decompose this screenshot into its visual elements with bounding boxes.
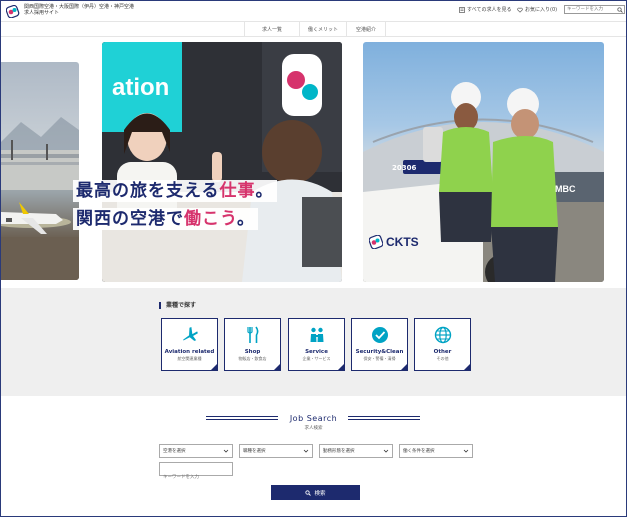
- vehicle-brand: CKTS: [386, 235, 419, 249]
- header-search: [564, 5, 625, 14]
- brand-line2: 求人採用サイト: [24, 10, 60, 16]
- nav-item-job-list[interactable]: 求人一覧: [244, 22, 299, 37]
- all-jobs-link[interactable]: すべての求人を見る: [459, 6, 511, 13]
- list-icon: [459, 6, 465, 13]
- category-jp: 保安・警備・清掃: [363, 356, 396, 361]
- card-corner: [274, 364, 280, 370]
- category-jp: 物販店・飲食店: [238, 356, 267, 361]
- catch-line1-end: 。: [255, 181, 274, 201]
- category-card-shop[interactable]: Shop 物販店・飲食店: [224, 318, 281, 371]
- search-icon[interactable]: [617, 7, 623, 13]
- employment-type-select-value: 勤務形態を選択: [323, 449, 355, 454]
- conditions-select-value: 働く条件を選択: [403, 449, 435, 454]
- airport-illustration: [1, 117, 79, 280]
- card-corner: [211, 364, 217, 370]
- search-icon: [305, 489, 312, 496]
- people-icon: [310, 327, 323, 342]
- category-title: 業種で探す: [159, 302, 196, 309]
- site-logo-icon[interactable]: [6, 5, 20, 18]
- category-en: Shop: [244, 349, 261, 355]
- job-search-subtitle: 求人検索: [304, 426, 323, 431]
- category-en: Service: [305, 349, 328, 355]
- heart-icon: [517, 7, 523, 13]
- card-corner: [464, 364, 470, 370]
- category-card-other[interactable]: Other その他: [414, 318, 471, 371]
- hero-image-counter-staff: ation: [102, 42, 342, 282]
- category-en: Aviation related: [164, 349, 215, 355]
- header-search-input[interactable]: [567, 6, 617, 13]
- catch-line1-part1: 最高の旅を支える: [76, 181, 220, 201]
- conditions-select[interactable]: 働く条件を選択: [399, 444, 473, 458]
- employment-type-select[interactable]: 勤務形態を選択: [319, 444, 393, 458]
- category-card-aviation[interactable]: Aviation related 航空関連業種: [161, 318, 218, 371]
- occupation-select-value: 職種を選択: [243, 449, 266, 454]
- search-button-label: 検索: [314, 490, 326, 497]
- all-jobs-label: すべての求人を見る: [467, 7, 512, 13]
- fork-knife-icon: [246, 326, 258, 343]
- occupation-select[interactable]: 職種を選択: [239, 444, 313, 458]
- category-jp: 航空関連業種: [177, 356, 202, 361]
- hero-image-airport: [1, 62, 79, 280]
- category-jp: 企業・サービス: [302, 356, 331, 361]
- category-en: Other: [433, 349, 452, 355]
- vehicle-logo: CKTS: [369, 235, 419, 249]
- catch-line2-part1: 関西の空港で: [76, 209, 184, 229]
- keyword-field: [159, 462, 233, 484]
- job-search-section: Job Search 求人検索 空港を選択 職種を選択 勤務形態を選択 働く条件…: [1, 396, 626, 516]
- catch-line1-accent: 仕事: [219, 181, 256, 201]
- airplane-icon: [182, 327, 198, 341]
- globe-icon: [434, 326, 451, 344]
- check-circle-icon: [371, 327, 388, 343]
- chevron-down-icon: [303, 449, 309, 453]
- catch-line2-accent: 働こう: [184, 209, 237, 229]
- category-jp: その他: [436, 356, 449, 361]
- chevron-down-icon: [383, 449, 389, 453]
- hero-image-ground-crew: 20306 CKTS MBC: [363, 42, 604, 282]
- page: 関西国際空港・大阪国際（伊丹）空港・神戸空港 求人採用サイト すべての求人を見る…: [0, 0, 627, 517]
- favorites-link[interactable]: お気に入り(0): [517, 6, 557, 13]
- hero-catch-line2: 関西の空港で働こう。: [73, 208, 258, 230]
- site-header: 関西国際空港・大阪国際（伊丹）空港・神戸空港 求人採用サイト すべての求人を見る…: [1, 1, 626, 21]
- search-button[interactable]: 検索: [271, 485, 360, 500]
- category-card-security[interactable]: Security&Clean 保安・警備・清掃: [351, 318, 408, 371]
- ckts-logo-icon: [369, 235, 383, 249]
- category-card-service[interactable]: Service 企業・サービス: [288, 318, 345, 371]
- category-en: Security&Clean: [355, 349, 404, 355]
- hero-sign-text: ation: [112, 74, 170, 101]
- building-sign: MBC: [555, 184, 576, 194]
- catch-line2-end: 。: [236, 209, 255, 229]
- hero-catch-line1: 最高の旅を支える仕事。: [73, 180, 277, 202]
- vehicle-number: 20306: [392, 164, 417, 172]
- chevron-down-icon: [223, 449, 229, 453]
- category-section: 業種で探す Aviation related 航空関連業種 Shop 物販店・飲…: [1, 288, 626, 396]
- main-nav: 求人一覧 働くメリット 空港紹介: [1, 21, 626, 37]
- airport-select[interactable]: 空港を選択: [159, 444, 233, 458]
- card-corner: [401, 364, 407, 370]
- nav-item-merits[interactable]: 働くメリット: [299, 22, 346, 37]
- hero-banner: ation 20306 CKTS MBC 最高の旅を支える仕事。 関西の空港で働…: [1, 38, 626, 288]
- card-corner: [338, 364, 344, 370]
- keyword-input[interactable]: [160, 471, 230, 484]
- chevron-down-icon: [463, 449, 469, 453]
- airport-select-value: 空港を選択: [163, 449, 186, 454]
- nav-item-airports[interactable]: 空港紹介: [346, 22, 386, 37]
- brand-text[interactable]: 関西国際空港・大阪国際（伊丹）空港・神戸空港 求人採用サイト: [24, 4, 134, 16]
- favorites-label: お気に入り(0): [525, 7, 558, 13]
- job-search-title: Job Search: [289, 414, 338, 423]
